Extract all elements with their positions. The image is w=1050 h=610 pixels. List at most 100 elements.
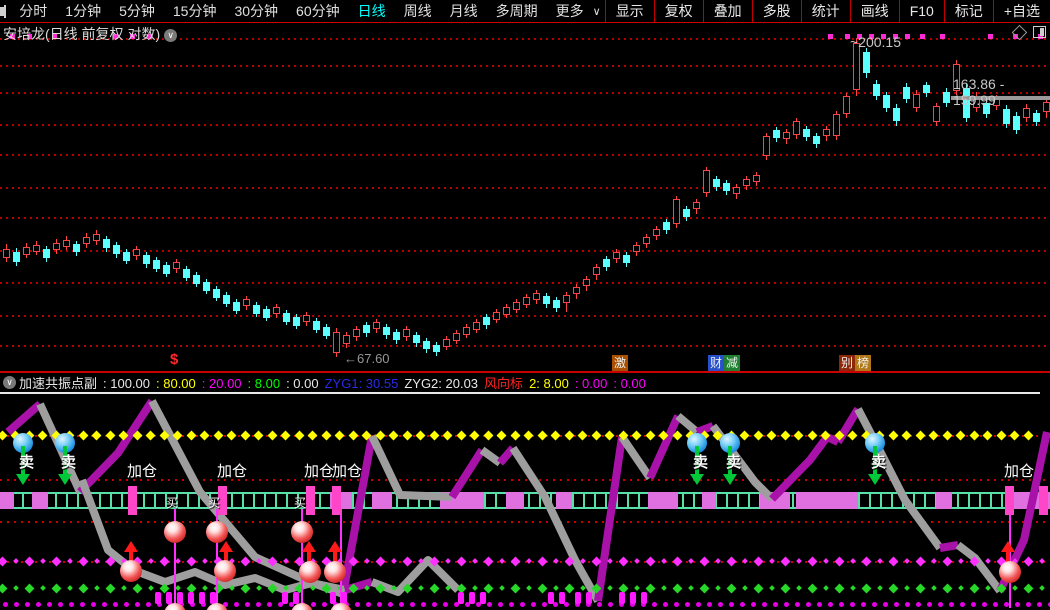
magenta-dot (432, 602, 437, 607)
magenta-dot (993, 602, 998, 607)
magenta-dot (47, 602, 52, 607)
candle-up (793, 121, 800, 135)
indicator-chevron-icon[interactable]: ∨ (3, 376, 16, 389)
magenta-dot (1037, 602, 1042, 607)
menu-item-复权[interactable]: 复权 (654, 0, 703, 22)
event-tag[interactable]: 榜 (855, 355, 871, 371)
menu-item-F10[interactable]: F10 (899, 0, 944, 22)
event-tag[interactable]: 减 (724, 355, 740, 371)
gridline (0, 217, 1050, 219)
candle-up (843, 96, 850, 114)
main-chart[interactable]: 安培龙(日线 前复权 对数)∨ ~200.15163.86 - 159.99←6… (0, 22, 1050, 371)
menubar-right: 显示复权叠加多股统计画线F10标记+自选 (605, 0, 1050, 22)
stock-title-text: 安培龙(日线 前复权 对数) (3, 26, 160, 42)
candle-up (573, 287, 580, 294)
menu-item-60分钟[interactable]: 60分钟 (287, 1, 349, 21)
menu-item-叠加[interactable]: 叠加 (703, 0, 752, 22)
menu-item-标记[interactable]: 标记 (944, 0, 993, 22)
menu-item-1分钟[interactable]: 1分钟 (56, 1, 110, 21)
magenta-dot (1015, 602, 1020, 607)
magenta-dot (69, 602, 74, 607)
indicator-field: ZYG2: 20.03 (404, 376, 478, 391)
candle-down (73, 244, 80, 252)
gridline (0, 187, 1050, 189)
event-tag[interactable]: 别 (839, 355, 855, 371)
ribbon-segment (772, 437, 838, 499)
event-tag[interactable]: 财 (708, 355, 724, 371)
hist-bar (586, 592, 592, 604)
magenta-dot (817, 602, 822, 607)
magenta-dot (806, 602, 811, 607)
low-price-label: ←67.60 (344, 351, 390, 366)
candle-up (473, 322, 480, 330)
hist-bar (282, 592, 288, 604)
candle-up (753, 175, 760, 182)
gridline (0, 92, 1050, 94)
candle-down (813, 136, 820, 144)
band-pink-bar (332, 486, 341, 515)
candle-up (133, 249, 140, 256)
candle-up (913, 94, 920, 108)
magenta-dot (982, 602, 987, 607)
menu-item-日线[interactable]: 日线 (349, 1, 395, 21)
candle-up (633, 245, 640, 252)
candle-up (463, 327, 470, 335)
candle-down (873, 84, 880, 96)
add-position-label: 加仓 (127, 460, 157, 481)
more-arrow-icon[interactable]: ∨ (593, 5, 605, 18)
menu-item-+自选[interactable]: +自选 (993, 0, 1050, 22)
menu-item-分时[interactable]: 分时 (10, 1, 56, 21)
menu-item-显示[interactable]: 显示 (605, 0, 654, 22)
magenta-dot (36, 602, 41, 607)
menu-item-更多[interactable]: 更多 (547, 1, 593, 21)
magenta-dot (421, 602, 426, 607)
menu-item-月线[interactable]: 月线 (441, 1, 487, 21)
magenta-dot (949, 602, 954, 607)
candle-up (523, 297, 530, 305)
red-ball (324, 561, 346, 583)
menu-item-5分钟[interactable]: 5分钟 (110, 1, 164, 21)
candle-down (103, 239, 110, 248)
magenta-dot (597, 602, 602, 607)
menu-item-30分钟[interactable]: 30分钟 (225, 1, 287, 21)
band-pink-bar (128, 486, 137, 515)
menu-item-统计[interactable]: 统计 (801, 0, 850, 22)
event-tag[interactable]: 激 (612, 355, 628, 371)
gridline (0, 315, 1050, 317)
dividend-marker: $ (170, 351, 178, 368)
layout-icon[interactable] (4, 5, 6, 18)
candle-up (443, 339, 450, 347)
high-price-label: ~200.15 (850, 34, 901, 50)
red-ball (214, 560, 236, 582)
candle-down (153, 260, 160, 269)
sub-chart[interactable]: 买买买卖卖卖卖卖加仓加仓加仓加仓加仓 (0, 390, 1050, 610)
ribbon-layer (0, 390, 1050, 610)
candle-down (683, 209, 690, 217)
magenta-dot (245, 602, 250, 607)
trading-app: 分时1分钟5分钟15分钟30分钟60分钟日线周线月线多周期更多∨ 显示复权叠加多… (0, 0, 1050, 610)
magenta-dot (135, 602, 140, 607)
menu-item-多周期[interactable]: 多周期 (487, 1, 547, 21)
window-icon[interactable] (1033, 26, 1046, 38)
top-marker-dot (828, 34, 833, 39)
menu-item-多股[interactable]: 多股 (752, 0, 801, 22)
indicator-field: : 0.00 (613, 376, 646, 391)
sell-label: 卖 (726, 451, 741, 472)
menu-item-画线[interactable]: 画线 (850, 0, 899, 22)
menu-item-周线[interactable]: 周线 (395, 1, 441, 21)
diamond-icon[interactable] (1012, 24, 1028, 40)
candle-up (83, 237, 90, 244)
candle-down (773, 130, 780, 138)
magenta-dot (740, 602, 745, 607)
hist-bar (199, 592, 205, 604)
candle-up (693, 202, 700, 209)
add-position-label: 加仓 (304, 460, 334, 481)
candle-down (313, 321, 320, 330)
band-pink-bar (1039, 486, 1048, 515)
menu-item-15分钟[interactable]: 15分钟 (164, 1, 226, 21)
red-ball (299, 561, 321, 583)
chevron-down-icon[interactable]: ∨ (164, 29, 177, 42)
sell-label: 卖 (61, 451, 76, 472)
magenta-dot (795, 602, 800, 607)
candle-up (373, 322, 380, 329)
